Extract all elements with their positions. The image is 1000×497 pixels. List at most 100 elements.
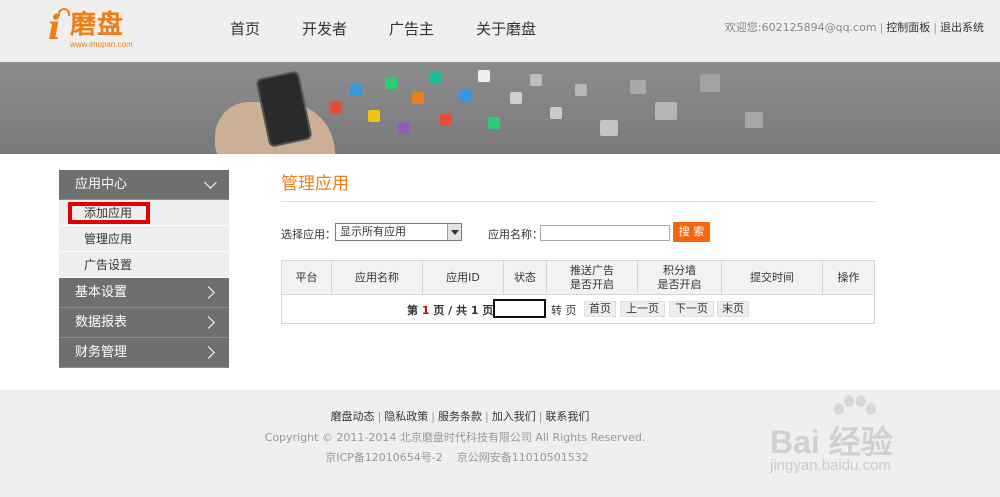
watermark-url: jingyan.baidu.com [770, 457, 891, 474]
control-panel-link[interactable]: 控制面板 [886, 21, 930, 34]
highlight-box [68, 202, 150, 224]
chevron-right-icon [202, 346, 215, 359]
goto-page-button[interactable]: 转 页 [551, 302, 577, 318]
chevron-right-icon [202, 316, 215, 329]
app-tile [412, 92, 424, 104]
page-info: 第 1 页 / 共 1 页 [407, 302, 493, 318]
logo[interactable]: i 磨盘 www.imopan.com [48, 8, 148, 52]
logout-link[interactable]: 退出系统 [940, 21, 984, 34]
header: i 磨盘 www.imopan.com 首页 开发者 广告主 关于磨盘 欢迎您:… [0, 0, 1000, 62]
page-prefix: 第 [407, 304, 418, 317]
page-title: 管理应用 [281, 170, 875, 202]
search-button[interactable]: 搜 索 [673, 222, 710, 242]
sidebar-section-label: 财务管理 [75, 345, 128, 360]
banner-image [0, 62, 1000, 154]
main-content: 管理应用 选择应用： 显示所有应用 应用名称： 搜 索 平台 应用名称 应用ID… [281, 170, 875, 324]
divider: | [377, 410, 382, 423]
page-suffix: 页 [482, 304, 494, 317]
logo-url: www.imopan.com [70, 40, 133, 49]
divider: | [485, 410, 489, 423]
nav-about[interactable]: 关于磨盘 [476, 18, 536, 40]
filter-bar: 选择应用： 显示所有应用 应用名称： 搜 索 [281, 222, 875, 244]
sidebar-section-reports[interactable]: 数据报表 [59, 308, 229, 338]
app-tile [368, 110, 380, 122]
footer-link-join[interactable]: 加入我们 [492, 410, 536, 423]
nav-advertiser[interactable]: 广告主 [389, 18, 434, 40]
col-app-id: 应用ID [423, 261, 504, 294]
app-tile [398, 122, 410, 134]
app-tile [600, 120, 618, 136]
sidebar-item-ad-settings[interactable]: 广告设置 [59, 252, 229, 278]
total-pages: 1 [470, 304, 479, 317]
current-page: 1 [421, 304, 430, 317]
app-tile [350, 84, 362, 96]
app-tile [510, 92, 522, 104]
sidebar-section-label: 基本设置 [75, 285, 128, 300]
app-tile [430, 72, 442, 84]
sidebar-item-add-app[interactable]: 添加应用 [59, 200, 229, 226]
divider: | [431, 410, 435, 423]
sidebar-item-manage-app[interactable]: 管理应用 [59, 226, 229, 252]
sidebar-section-label: 应用中心 [75, 177, 128, 192]
col-push-ads: 推送广告 是否开启 [547, 261, 638, 294]
app-name-label: 应用名称： [488, 228, 543, 241]
footer-link-contact[interactable]: 联系我们 [545, 410, 589, 423]
logo-i-glyph: i [48, 8, 61, 48]
next-page-button[interactable]: 下一页 [669, 301, 714, 317]
sidebar-item-label: 广告设置 [84, 258, 133, 272]
sidebar-section-finance[interactable]: 财务管理 [59, 338, 229, 368]
nav-home[interactable]: 首页 [230, 18, 260, 40]
app-tile [550, 107, 562, 119]
table-header: 平台 应用名称 应用ID 状态 推送广告 是否开启 积分墙 是否开启 提交时间 … [282, 261, 874, 295]
footer-link-privacy[interactable]: 隐私政策 [384, 410, 428, 423]
col-platform: 平台 [282, 261, 332, 294]
footer-link-news[interactable]: 磨盘动态 [331, 410, 375, 423]
prev-page-button[interactable]: 上一页 [620, 301, 665, 317]
app-name-input[interactable] [540, 225, 670, 241]
first-page-button[interactable]: 首页 [584, 301, 616, 317]
sidebar-item-label: 管理应用 [84, 232, 133, 246]
nav-developer[interactable]: 开发者 [302, 18, 347, 40]
chevron-right-icon [202, 286, 215, 299]
sidebar: 应用中心 添加应用 管理应用 广告设置 基本设置 数据报表 财务管理 [59, 170, 229, 368]
app-tile [478, 70, 490, 82]
sidebar-section-label: 数据报表 [75, 315, 128, 330]
footer-link-terms[interactable]: 服务条款 [438, 410, 482, 423]
app-tile [460, 90, 472, 102]
col-status: 状态 [504, 261, 547, 294]
main-nav: 首页 开发者 广告主 关于磨盘 [230, 18, 578, 40]
app-tile [440, 114, 452, 126]
app-select-value: 显示所有应用 [340, 225, 406, 238]
col-submit-time: 提交时间 [722, 261, 823, 294]
sidebar-section-app-center[interactable]: 应用中心 [59, 170, 229, 200]
app-tile [655, 102, 677, 120]
welcome-text: 欢迎您:602125894@qq.com [724, 21, 877, 34]
user-bar: 欢迎您:602125894@qq.com | 控制面板 | 退出系统 [725, 20, 984, 36]
page-jump-input[interactable] [493, 299, 546, 318]
col-app-name: 应用名称 [332, 261, 423, 294]
divider: | [933, 21, 937, 34]
app-tile [488, 117, 500, 129]
app-tile [575, 84, 587, 96]
col-actions: 操作 [837, 270, 860, 284]
app-tile [330, 102, 342, 114]
page-middle: 页 / 共 [433, 304, 468, 317]
sidebar-section-basic-settings[interactable]: 基本设置 [59, 278, 229, 308]
apps-table: 平台 应用名称 应用ID 状态 推送广告 是否开启 积分墙 是否开启 提交时间 … [281, 260, 875, 324]
logo-text: 磨盘 [70, 10, 125, 40]
divider: | [538, 410, 543, 423]
app-tile [385, 77, 397, 89]
dropdown-arrow-icon[interactable] [447, 224, 461, 240]
divider: | [879, 21, 884, 34]
last-page-button[interactable]: 末页 [717, 301, 749, 317]
app-tile [700, 74, 720, 92]
pagination: 第 1 页 / 共 1 页 转 页 首页 上一页 下一页 末页 [282, 295, 874, 323]
col-offerwall: 积分墙 是否开启 [638, 261, 722, 294]
select-app-label: 选择应用： [281, 228, 336, 241]
app-tile [745, 112, 763, 128]
baidu-jingyan-watermark: Bai 经验 jingyan.baidu.com [770, 395, 970, 490]
app-tile [530, 74, 542, 86]
chevron-down-icon [204, 176, 217, 189]
app-tile [630, 80, 646, 94]
app-select[interactable]: 显示所有应用 [335, 223, 462, 241]
